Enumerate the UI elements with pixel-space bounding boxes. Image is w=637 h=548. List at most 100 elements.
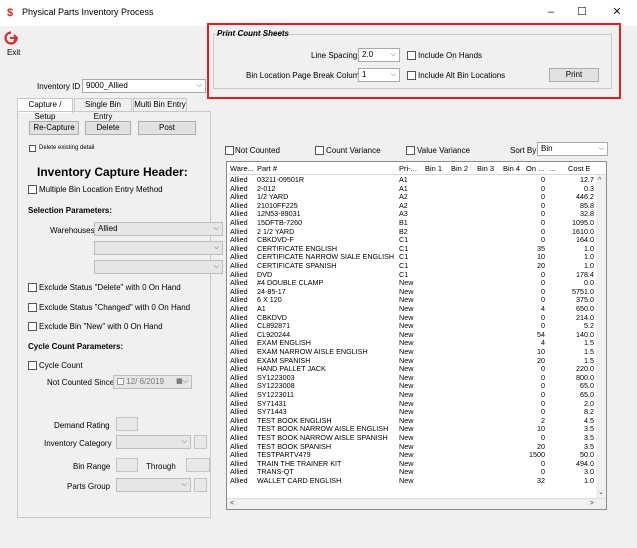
table-row[interactable]: Allied CERTIFICATE SPANISH C1 20 1.0 bbox=[227, 262, 597, 270]
table-row[interactable]: Allied CERTIFICATE ENGLISH C1 35 1.0 bbox=[227, 245, 597, 253]
table-row[interactable]: Allied 15DFTB-7260 B1 0 1095.0 bbox=[227, 219, 597, 227]
horizontal-scrollbar[interactable]: < > bbox=[227, 498, 606, 509]
table-row[interactable]: Allied TEST BOOK NARROW AISLE SPANISH New 0… bbox=[227, 434, 597, 442]
bin-range-from-field[interactable] bbox=[116, 458, 138, 472]
column-header[interactable]: Part # bbox=[257, 163, 377, 174]
exclude-new-checkbox[interactable] bbox=[28, 322, 37, 331]
sort-by-select[interactable]: Bin ⌵ bbox=[537, 142, 608, 156]
column-header[interactable]: On ... bbox=[526, 163, 544, 174]
part-number-cell: SY71431 bbox=[257, 399, 287, 408]
table-row[interactable]: Allied HAND PALLET JACK New 0 220.0 bbox=[227, 365, 597, 373]
table-row[interactable]: Allied DVD C1 0 178.4 bbox=[227, 271, 597, 279]
not-counted-checkbox[interactable] bbox=[225, 146, 234, 155]
table-row[interactable]: Allied CBKDVD-F C1 0 164.0 bbox=[227, 236, 597, 244]
primary-bin-cell: New bbox=[399, 322, 414, 331]
table-row[interactable]: Allied SY1223008 New 0 65.0 bbox=[227, 382, 597, 390]
include-on-hands-checkbox[interactable] bbox=[407, 51, 416, 60]
table-row[interactable]: Allied TEST BOOK NARROW AISLE ENGLISH New 1… bbox=[227, 425, 597, 433]
table-row[interactable]: Allied CBKDVD New 0 214.0 bbox=[227, 314, 597, 322]
parts-group-extra-box[interactable] bbox=[194, 478, 207, 492]
bin-range-to-field[interactable] bbox=[186, 458, 210, 472]
table-row[interactable]: Allied SY1223003 New 0 800.0 bbox=[227, 374, 597, 382]
inventory-category-extra-box[interactable] bbox=[194, 435, 207, 449]
on-hand-cell: 0 bbox=[541, 287, 545, 296]
scroll-down-icon[interactable]: ⌄ bbox=[598, 489, 604, 497]
exit-label[interactable]: Exit bbox=[7, 47, 20, 58]
include-alt-bins-checkbox[interactable] bbox=[407, 71, 416, 80]
table-row[interactable]: Allied CERTIFICATE NARROW SIALE ENGLISH C1… bbox=[227, 253, 597, 261]
table-row[interactable]: Allied 03211-09501R A1 0 12.7 bbox=[227, 176, 597, 184]
exclude-delete-checkbox[interactable] bbox=[28, 283, 37, 292]
exit-icon[interactable] bbox=[4, 31, 19, 45]
table-row[interactable]: Allied SY71443 New 0 8.2 bbox=[227, 408, 597, 416]
table-row[interactable]: Allied TRAIN THE TRAINER KIT New 0 494.0 bbox=[227, 460, 597, 468]
table-row[interactable]: Allied TESTPARTV479 New 1500 50.0 bbox=[227, 451, 597, 459]
delete-existing-checkbox[interactable] bbox=[29, 145, 36, 152]
date-checkbox[interactable] bbox=[117, 378, 124, 385]
count-variance-checkbox[interactable] bbox=[315, 146, 324, 155]
multi-bin-checkbox[interactable] bbox=[28, 185, 37, 194]
exclude-changed-label: Exclude Status "Changed" with 0 On Hand bbox=[39, 303, 191, 312]
table-row[interactable]: Allied WALLET CARD ENGLISH New 32 1.0 bbox=[227, 477, 597, 485]
close-button[interactable]: ✕ bbox=[607, 4, 627, 20]
parts-group-select[interactable]: ⌵ bbox=[116, 478, 191, 492]
post-button[interactable]: Post bbox=[138, 121, 196, 135]
column-header[interactable]: Bin 2 bbox=[451, 163, 473, 174]
table-row[interactable]: Allied 2-012 A1 0 0.3 bbox=[227, 185, 597, 193]
print-button[interactable]: Print bbox=[549, 68, 599, 82]
inventory-grid[interactable]: Ware... Part # Pri-... Bin 1 Bin 2 Bin 3… bbox=[226, 161, 607, 510]
table-row[interactable]: Allied CL892871 New 0 5.2 bbox=[227, 322, 597, 330]
table-row[interactable]: Allied TRANS-QT New 0 3.0 bbox=[227, 468, 597, 476]
column-header[interactable]: Bin 4 bbox=[503, 163, 525, 174]
delete-button[interactable]: Delete bbox=[85, 121, 131, 135]
table-row[interactable]: Allied TEST BOOK ENGLISH New 2 4.5 bbox=[227, 417, 597, 425]
table-row[interactable]: Allied SY71431 New 0 2.0 bbox=[227, 400, 597, 408]
vertical-scrollbar[interactable]: ^ ⌄ bbox=[596, 175, 606, 499]
table-row[interactable]: Allied TEST BOOK SPANISH New 20 3.5 bbox=[227, 443, 597, 451]
warehouse-select-3[interactable]: ⌵ bbox=[94, 260, 223, 274]
table-row[interactable]: Allied EXAM NARROW AISLE ENGLISH New 10 1.5 bbox=[227, 348, 597, 356]
column-header[interactable]: Cost E bbox=[568, 163, 596, 174]
cost-cell: 1.5 bbox=[584, 348, 594, 356]
part-number-cell: TESTPARTV479 bbox=[257, 451, 311, 460]
value-variance-checkbox[interactable] bbox=[406, 146, 415, 155]
warehouse-cell: Allied bbox=[230, 322, 248, 331]
table-row[interactable]: Allied SY1223011 New 0 65.0 bbox=[227, 391, 597, 399]
warehouse-select-2[interactable]: ⌵ bbox=[94, 241, 223, 255]
column-header[interactable]: Bin 3 bbox=[477, 163, 499, 174]
scroll-right-icon[interactable]: > bbox=[590, 500, 594, 508]
table-row[interactable]: Allied CL920244 New 54 140.0 bbox=[227, 331, 597, 339]
table-row[interactable]: Allied A1 New 4 650.0 bbox=[227, 305, 597, 313]
maximize-button[interactable]: ☐ bbox=[572, 4, 592, 20]
tab-single-bin-entry[interactable]: Single Bin Entry bbox=[74, 98, 132, 121]
scroll-up-icon[interactable]: ^ bbox=[598, 177, 601, 185]
minimize-button[interactable]: – bbox=[541, 4, 561, 20]
scroll-left-icon[interactable]: < bbox=[230, 500, 234, 508]
exclude-changed-checkbox[interactable] bbox=[28, 303, 37, 312]
not-counted-since-date[interactable]: 12/ 6/2019 ▦⌵ bbox=[113, 375, 192, 389]
inventory-id-select[interactable]: 9000_Allied ⌵ bbox=[82, 79, 206, 93]
column-header[interactable]: Ware... bbox=[230, 163, 256, 174]
column-header[interactable]: Bin 1 bbox=[425, 163, 447, 174]
table-row[interactable]: Allied #4 DOUBLE CLAMP New 0 0.0 bbox=[227, 279, 597, 287]
table-row[interactable]: Allied 1/2 YARD A2 0 446.2 bbox=[227, 193, 597, 201]
cycle-count-checkbox[interactable] bbox=[28, 361, 37, 370]
primary-bin-cell: New bbox=[399, 391, 414, 399]
table-row[interactable]: Allied 6 X 120 New 0 375.0 bbox=[227, 296, 597, 304]
table-row[interactable]: Allied 21010FF225 A2 0 85.8 bbox=[227, 202, 597, 210]
column-header[interactable]: Pri-... bbox=[399, 163, 421, 174]
recapture-button[interactable]: Re-Capture bbox=[29, 121, 79, 135]
tab-multi-bin-entry[interactable]: Multi Bin Entry bbox=[133, 98, 187, 112]
table-row[interactable]: Allied 2 1/2 YARD B2 0 1610.0 bbox=[227, 228, 597, 236]
table-row[interactable]: Allied 24-85-17 New 0 5751.0 bbox=[227, 288, 597, 296]
calendar-dropdown-icon[interactable]: ▦⌵ bbox=[176, 376, 188, 388]
warehouse-select-1[interactable]: Allied ⌵ bbox=[94, 222, 223, 236]
column-header[interactable]: ... bbox=[549, 163, 559, 174]
inventory-category-select[interactable]: ⌵ bbox=[116, 435, 191, 449]
bin-break-select[interactable]: 1 ⌵ bbox=[358, 68, 400, 82]
table-row[interactable]: Allied 12N53-89031 A3 0 32.8 bbox=[227, 210, 597, 218]
demand-rating-field[interactable] bbox=[116, 417, 138, 431]
table-row[interactable]: Allied EXAM ENGLISH New 4 1.5 bbox=[227, 339, 597, 347]
table-row[interactable]: Allied EXAM SPANISH New 20 1.5 bbox=[227, 357, 597, 365]
line-spacing-select[interactable]: 2.0 ⌵ bbox=[358, 48, 400, 62]
